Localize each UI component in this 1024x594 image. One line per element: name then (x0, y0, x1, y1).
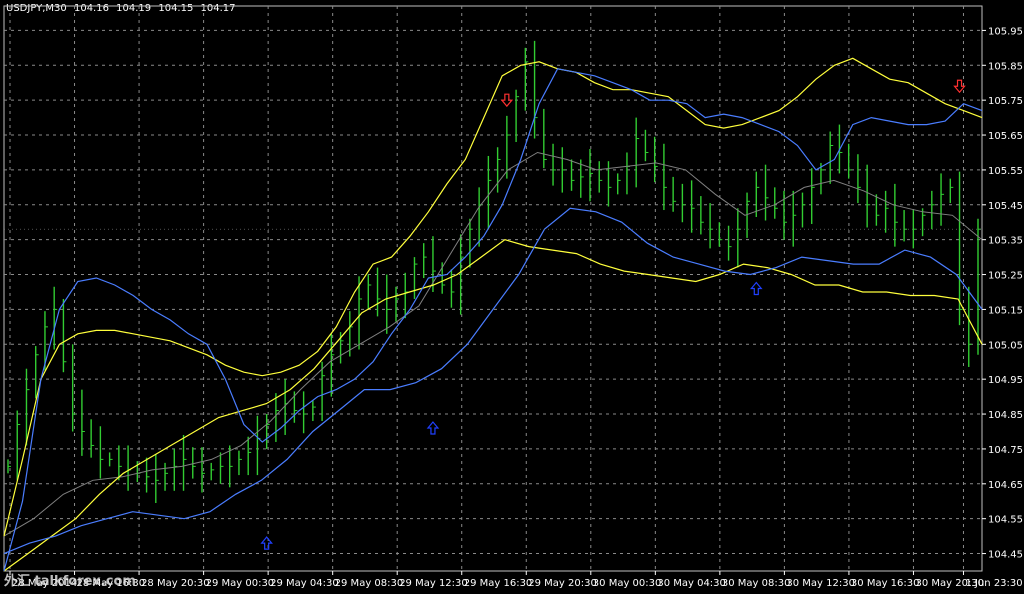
y-tick-label: 105.05 (988, 340, 1023, 351)
y-tick-label: 105.95 (988, 26, 1023, 37)
y-tick-label: 105.55 (988, 166, 1023, 177)
x-tick-label: 1 Jun 23:30 (965, 578, 1022, 589)
blue-upper-line (3, 68, 983, 572)
x-tick-label: 30 May 08:30 (722, 578, 791, 589)
buy-arrow-icon (426, 421, 440, 435)
y-tick-label: 105.45 (988, 201, 1023, 212)
y-tick-label: 105.35 (988, 236, 1023, 247)
price-chart[interactable]: 105.95 105.85 105.75 105.65 105.55 105.45 105.… (0, 0, 1024, 594)
x-tick-label: 29 May 12:30 (399, 578, 468, 589)
y-tick-label: 104.75 (988, 445, 1023, 456)
x-tick-label: 29 May 20:30 (528, 578, 597, 589)
y-tick-label: 105.15 (988, 305, 1023, 316)
y-tick-label: 105.85 (988, 61, 1023, 72)
y-tick-label: 104.55 (988, 515, 1023, 526)
y-tick-label: 104.45 (988, 550, 1023, 561)
buy-arrow-icon (750, 281, 763, 296)
x-tick-label: 30 May 04:30 (657, 578, 726, 589)
y-tick-label: 105.25 (988, 271, 1023, 282)
watermark-text: 外汇 talkforex.com (4, 574, 136, 589)
yellow-lower-line (3, 239, 983, 572)
x-tick-label: 30 May 16:30 (851, 578, 920, 589)
y-tick-label: 105.75 (988, 96, 1023, 107)
x-tick-label: 30 May 12:30 (786, 578, 855, 589)
x-tick-label: 29 May 16:30 (464, 578, 533, 589)
y-tick-label: 104.65 (988, 480, 1023, 491)
x-tick-label: 29 May 08:30 (335, 578, 404, 589)
plot-frame (3, 5, 983, 572)
x-tick-label: 29 May 04:30 (270, 578, 339, 589)
x-tick-label: 30 May 00:30 (593, 578, 662, 589)
blue-lower-line (3, 207, 983, 555)
x-tick-label: 29 May 00:30 (206, 578, 275, 589)
gray-ma-line (3, 151, 983, 537)
sell-arrow-icon (500, 93, 514, 108)
y-tick-label: 104.95 (988, 375, 1023, 386)
yellow-upper-line (3, 57, 983, 537)
y-tick-label: 104.85 (988, 410, 1023, 421)
buy-arrow-icon (260, 536, 273, 550)
x-tick-label: 28 May 20:30 (141, 578, 210, 589)
y-tick-label: 105.65 (988, 131, 1023, 142)
